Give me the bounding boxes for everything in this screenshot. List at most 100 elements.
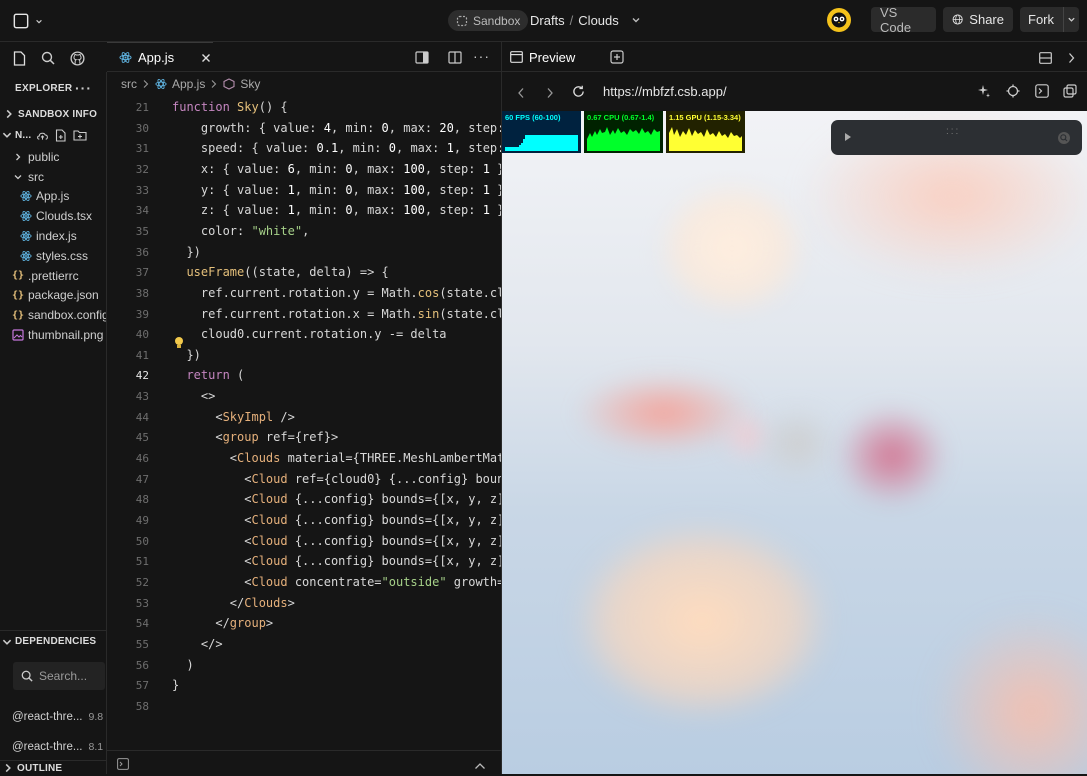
code-line: } <box>172 678 180 693</box>
toggle-panel-icon[interactable] <box>415 50 429 64</box>
code-line: cloud0.current.rotation.y -= delta <box>172 327 447 342</box>
fps-stat: 60 FPS (60-100) <box>502 111 581 153</box>
code-area[interactable]: 21 function Sky() {30 growth: { value: 4,… <box>107 99 501 749</box>
file-tree-item[interactable]: Clouds.tsx <box>0 206 106 226</box>
dependency-item[interactable]: @react-thre... 8.1 <box>12 732 106 762</box>
file-tree-item[interactable]: thumbnail.png <box>0 325 106 345</box>
search-icon[interactable] <box>1057 131 1071 145</box>
line-number: 49 <box>135 514 149 527</box>
terminal-icon[interactable] <box>117 757 129 775</box>
tab-app-js[interactable]: App.js <box>107 42 213 72</box>
tab-preview[interactable]: Preview <box>510 42 575 72</box>
react-icon <box>119 52 132 63</box>
crumb-parent[interactable]: Drafts <box>530 13 565 28</box>
line-number: 32 <box>135 162 149 176</box>
drag-handle-icon[interactable]: ::: <box>946 127 960 137</box>
line-number: 41 <box>135 348 149 362</box>
file-tree-item[interactable]: index.js <box>0 226 106 246</box>
app-menu-icon[interactable] <box>13 12 43 30</box>
vscode-button[interactable]: VS Code <box>871 5 936 35</box>
crumb-name[interactable]: Clouds <box>578 13 618 28</box>
open-new-window-icon[interactable] <box>1063 84 1077 103</box>
code-line: <Cloud {...config} bounds={[x, y, z]} <box>172 533 501 548</box>
play-icon[interactable] <box>844 132 852 142</box>
code-line: ) <box>172 657 194 672</box>
line-number: 30 <box>135 121 149 135</box>
upload-icon[interactable] <box>36 130 49 141</box>
react-icon <box>20 250 32 262</box>
lightbulb-icon[interactable] <box>174 336 184 348</box>
line-number: 47 <box>135 472 149 486</box>
add-tab-icon[interactable] <box>610 50 624 69</box>
cloud <box>932 611 1087 774</box>
sandbox-badge: Sandbox <box>448 10 529 31</box>
file-name: index.js <box>36 229 77 244</box>
panel-layout-icon[interactable] <box>1039 51 1052 69</box>
split-editor-icon[interactable] <box>448 50 462 64</box>
file-tree-item[interactable]: public <box>0 147 106 167</box>
new-folder-icon[interactable] <box>73 129 87 141</box>
file-tree: public src App.js Clouds.tsx index.js styles.… <box>0 147 106 345</box>
breadcrumb: src App.js Sky <box>121 77 261 91</box>
file-name: styles.css <box>36 248 89 263</box>
crosshair-icon[interactable] <box>1006 84 1020 103</box>
dependencies-section[interactable]: DEPENDENCIES <box>0 632 106 652</box>
file-tree-item[interactable]: src <box>0 167 106 187</box>
fork-dropdown-icon[interactable] <box>1063 7 1079 32</box>
file-name: src <box>28 169 44 184</box>
chevron-up-icon[interactable] <box>474 758 486 776</box>
search-icon[interactable] <box>40 50 56 66</box>
react-icon <box>20 210 32 222</box>
line-number: 42 <box>135 369 149 383</box>
line-number: 44 <box>135 410 149 424</box>
dependency-item[interactable]: @react-thre... 9.8 <box>12 702 106 732</box>
outline-section[interactable]: OUTLINE <box>0 761 106 774</box>
react-icon <box>20 230 32 242</box>
code-line: color: "white", <box>172 223 310 238</box>
explorer-sidebar: EXPLORER ··· SANDBOX INFO N... public src… <box>0 72 107 774</box>
file-name: .prettierrc <box>28 268 79 283</box>
user-avatar[interactable] <box>827 8 851 32</box>
project-section[interactable]: N... <box>0 124 106 146</box>
sandbox-icon <box>456 15 468 26</box>
new-file-icon[interactable] <box>55 128 67 142</box>
code-line: ref.current.rotation.x = Math.sin(state.… <box>172 306 501 321</box>
line-number: 55 <box>135 637 149 651</box>
react-icon <box>155 79 167 89</box>
preview-canvas[interactable]: 60 FPS (60-100) 0.67 CPU (0.67-1.4) 1.15… <box>502 111 1087 774</box>
line-number: 37 <box>135 266 149 280</box>
more-options-icon[interactable]: ··· <box>473 48 490 64</box>
search-placeholder: Search... <box>39 669 88 683</box>
dependency-list: @react-thre... 9.8 @react-thre... 8.1 <box>12 702 106 762</box>
preview-tabs: Preview <box>502 42 1087 72</box>
chevron-right-icon[interactable] <box>1067 51 1076 69</box>
sandbox-breadcrumb[interactable]: Drafts / Clouds <box>530 13 641 28</box>
url-input[interactable]: https://mbfzf.csb.app/ <box>603 84 727 99</box>
close-icon[interactable] <box>201 53 211 63</box>
console-icon[interactable] <box>1035 84 1049 103</box>
controls-panel[interactable]: ::: <box>831 120 1082 155</box>
chevron-right-icon <box>143 80 149 88</box>
file-tree-item[interactable]: styles.css <box>0 246 106 266</box>
file-tree-item[interactable]: {} package.json <box>0 286 106 306</box>
dependency-search-input[interactable]: Search... <box>13 662 105 690</box>
share-button[interactable]: Share <box>943 7 1013 32</box>
code-line: <Cloud {...config} bounds={[x, y, z]} <box>172 554 501 569</box>
refresh-icon[interactable] <box>572 85 585 103</box>
line-number: 52 <box>135 575 149 589</box>
chevron-down-icon[interactable] <box>631 15 641 25</box>
file-tree-item[interactable]: {} .prettierrc <box>0 266 106 286</box>
file-tree-item[interactable]: {} sandbox.config <box>0 305 106 325</box>
sandbox-info-section[interactable]: SANDBOX INFO <box>0 105 106 123</box>
editor-tabs: App.js ··· <box>107 42 501 72</box>
sparkle-icon[interactable] <box>977 84 991 103</box>
json-icon: {} <box>11 309 25 321</box>
file-tree-item[interactable]: App.js <box>0 187 106 207</box>
github-icon[interactable] <box>69 50 85 66</box>
file-icon[interactable] <box>12 50 26 66</box>
fork-button[interactable]: Fork <box>1020 7 1079 32</box>
forward-icon[interactable] <box>546 86 554 104</box>
code-line: </Clouds> <box>172 595 295 610</box>
more-options-icon[interactable]: ··· <box>75 80 92 96</box>
back-icon[interactable] <box>517 86 525 104</box>
